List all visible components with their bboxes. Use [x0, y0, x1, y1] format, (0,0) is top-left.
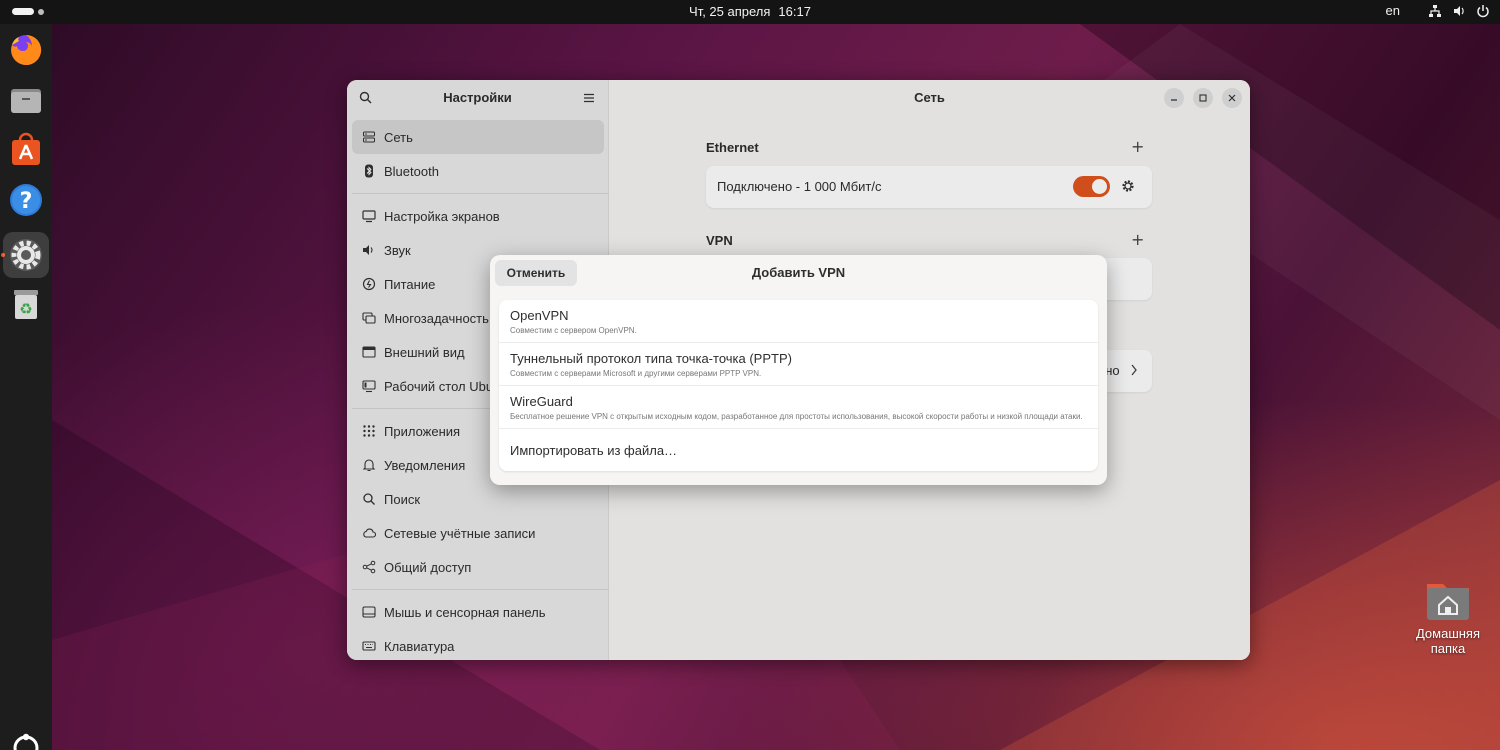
vpn-option-name: OpenVPN	[510, 308, 569, 323]
vpn-option-pptp[interactable]: Туннельный протокол типа точка-точка (PP…	[499, 343, 1098, 386]
svg-text:♻: ♻	[19, 300, 32, 318]
show-apps-icon[interactable]	[10, 732, 42, 750]
volume-icon	[1452, 4, 1466, 18]
vpn-type-list: OpenVPN Совместим с сервером OpenVPN. Ту…	[499, 300, 1098, 471]
trash-icon[interactable]: ♻	[4, 282, 48, 326]
firefox-icon[interactable]	[4, 28, 48, 72]
wired-network-icon	[1428, 4, 1442, 18]
vpn-option-description: Бесплатное решение VPN с открытым исходн…	[510, 412, 1083, 421]
clock-time: 16:17	[778, 4, 811, 19]
power-menu-icon	[1476, 4, 1490, 18]
dock: ? ♻	[0, 24, 52, 750]
vpn-option-name: Туннельный протокол типа точка-точка (PP…	[510, 351, 792, 366]
settings-icon[interactable]	[3, 232, 49, 278]
vpn-option-wireguard[interactable]: WireGuard Бесплатное решение VPN с откры…	[499, 386, 1098, 429]
home-folder-icon	[1425, 578, 1471, 622]
home-folder-label: Домашняя папка	[1415, 626, 1481, 656]
add-vpn-dialog: Отменить Добавить VPN OpenVPN Совместим …	[490, 255, 1107, 485]
vpn-option-openvpn[interactable]: OpenVPN Совместим с сервером OpenVPN.	[499, 300, 1098, 343]
vpn-option-import-file[interactable]: Импортировать из файла…	[499, 429, 1098, 471]
vpn-option-description: Совместим с серверами Microsoft и другим…	[510, 369, 762, 378]
app-center-icon[interactable]	[4, 128, 48, 172]
keyboard-layout-indicator[interactable]: en	[1386, 3, 1400, 18]
files-icon[interactable]	[4, 78, 48, 122]
help-icon[interactable]: ?	[4, 178, 48, 222]
clock[interactable]: Чт, 25 апреля 16:17	[0, 4, 1500, 19]
system-tray[interactable]: en	[1386, 3, 1490, 18]
top-bar: Чт, 25 апреля 16:17 en	[0, 0, 1500, 24]
vpn-option-name: Импортировать из файла…	[510, 443, 678, 458]
vpn-option-description: Совместим с сервером OpenVPN.	[510, 326, 637, 335]
desktop-home-folder[interactable]: Домашняя папка	[1398, 578, 1498, 656]
clock-date: Чт, 25 апреля	[689, 4, 771, 19]
svg-text:?: ?	[20, 189, 33, 214]
dialog-title: Добавить VPN	[751, 265, 846, 280]
vpn-option-name: WireGuard	[510, 394, 573, 409]
